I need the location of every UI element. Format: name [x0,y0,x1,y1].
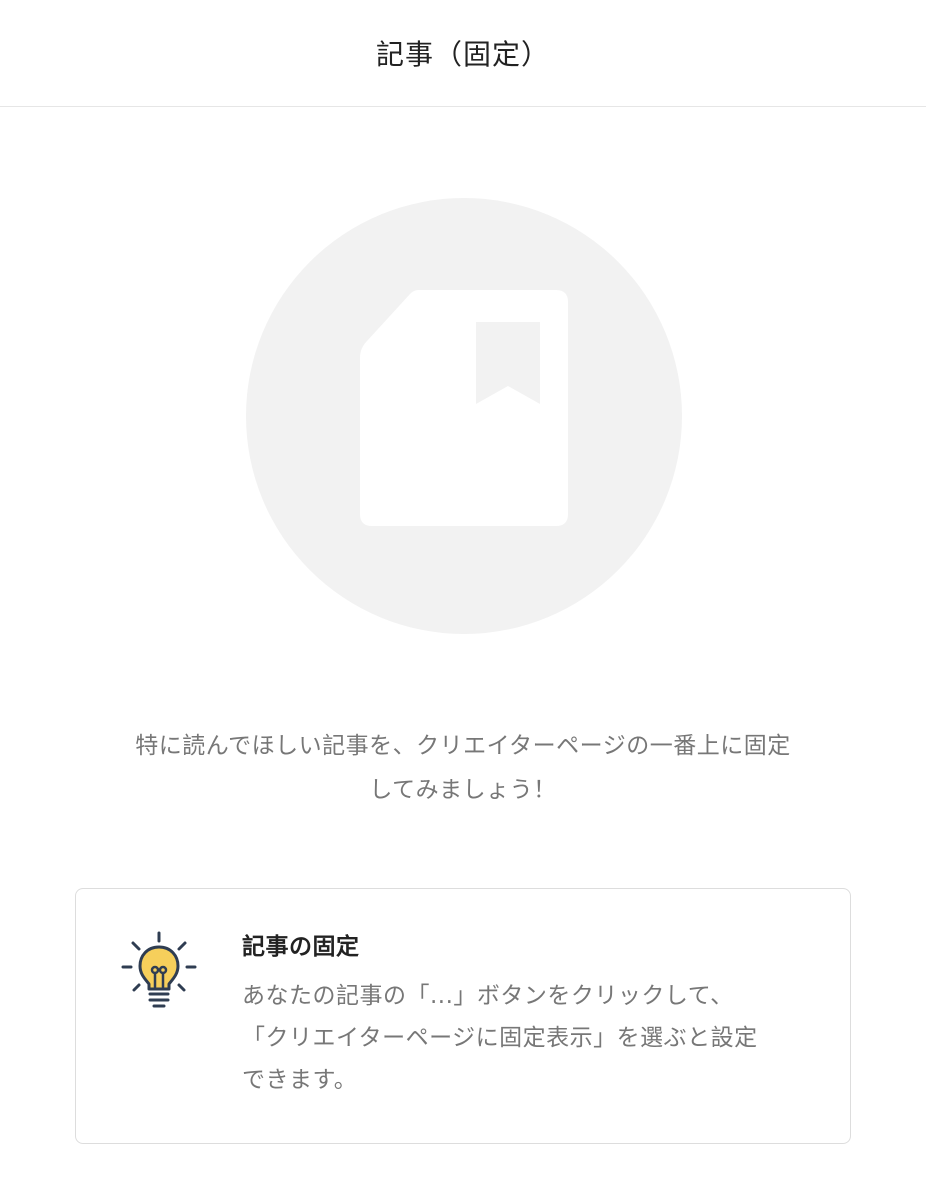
tip-body-line: できます。 [242,1067,358,1093]
pinned-article-icon [246,198,682,634]
tip-body: あなたの記事の「...」ボタンをクリックして、 「クリエイターページに固定表示」… [242,975,822,1101]
page-title: 記事（固定） [375,38,550,71]
tip-body-line: あなたの記事の「...」ボタンをクリックして、 [242,983,734,1009]
tip-body-line: 「クリエイターページに固定表示」を選ぶと設定 [242,1025,758,1051]
tip-title: 記事の固定 [242,934,360,960]
tip-card: 記事の固定 あなたの記事の「...」ボタンをクリックして、 「クリエイターページ… [75,888,851,1144]
header-bar: 記事（固定） [0,0,926,107]
lightbulb-icon [121,931,197,1008]
empty-state-message: 特に読んでほしい記事を、クリエイターページの一番上に固定 してみましょう！ [60,724,866,812]
empty-state-message-line: してみましょう！ [369,777,557,803]
empty-state-message-line: 特に読んでほしい記事を、クリエイターページの一番上に固定 [135,733,791,759]
